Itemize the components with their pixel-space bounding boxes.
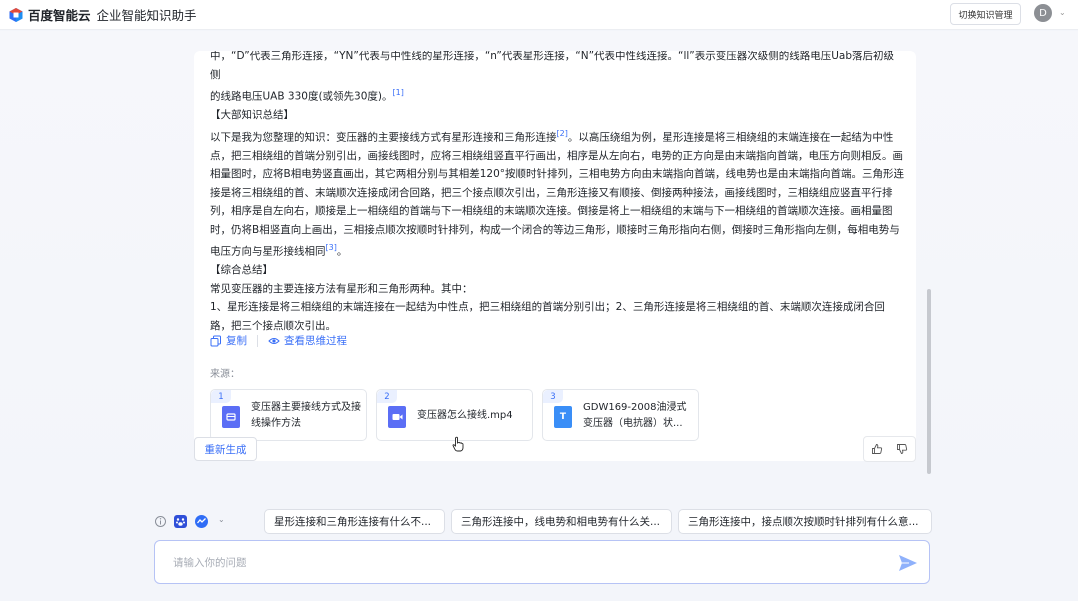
source-title: 变压器怎么接线.mp4 (417, 410, 513, 421)
source-card-2[interactable]: 2 变压器怎么接线.mp4 (376, 389, 533, 441)
eye-icon (268, 337, 280, 344)
regenerate-button[interactable]: 重新生成 (194, 437, 257, 461)
section-heading-external: 【大部知识总结】 (210, 109, 294, 121)
chat-area: 中，“D”代表三角形连接，“YN”代表与中性线的星形连接，“n”代表星形连接，“… (0, 31, 1078, 501)
answer-paragraph: 常见变压器的主要连接方法有星形和三角形两种。其中： (210, 282, 473, 295)
feedback-group (863, 436, 916, 462)
copy-button[interactable]: 复制 (210, 333, 247, 348)
citation-ref-1[interactable]: [1] (393, 88, 404, 97)
source-title: 变压器主要接线方式及接线操作方法 (251, 402, 361, 429)
copy-icon (210, 335, 221, 346)
copy-label: 复制 (226, 335, 247, 347)
paw-icon[interactable] (174, 515, 187, 528)
source-card-3[interactable]: 3 T GDW169-2008油浸式变压器（电抗器）状... (542, 389, 699, 441)
question-input-box (154, 540, 930, 584)
view-thinking-process-button[interactable]: 查看思维过程 (268, 333, 347, 348)
section-heading-summary: 【综合总结】 (210, 264, 273, 276)
source-card-1[interactable]: 1 变压器主要接线方式及接线操作方法 (210, 389, 367, 441)
thumbs-down-icon[interactable] (896, 443, 908, 455)
chevron-down-icon[interactable]: ⌄ (218, 515, 225, 524)
view-thinking-label: 查看思维过程 (284, 335, 347, 347)
question-input[interactable] (173, 553, 873, 573)
hand-cursor-icon (452, 436, 464, 452)
suggestion-chip-1[interactable]: 星形连接和三角形连接有什么不... (264, 509, 445, 534)
answer-text: 。 (336, 245, 348, 258)
logo-text: 百度智能云 (28, 8, 91, 23)
video-icon (388, 406, 406, 428)
avatar[interactable]: D (1034, 4, 1052, 22)
answer-body: 中，“D”代表三角形连接，“YN”代表与中性线的星形连接，“n”代表星形连接，“… (210, 51, 904, 335)
source-title: GDW169-2008油浸式变压器（电抗器）状... (583, 402, 687, 429)
top-bar: 百度智能云 企业智能知识助手 切换知识管理 D ⌄ (0, 0, 1078, 30)
baidu-cloud-logo-icon (9, 7, 23, 22)
answer-text: 以下是我为您整理的知识：变压器的主要接线方式有星形连接和三角形连接 (210, 131, 557, 143)
answer-paragraph: 1、星形连接是将三相绕组的末端连接在一起结为中性点，把三相绕组的首端分别引出；2… (210, 301, 885, 332)
answer-line: 的线路电压UAB 330度(或领先30度)。[1] (210, 84, 904, 106)
suggestion-row: ⌄ 星形连接和三角形连接有什么不... 三角形连接中，线电势和相电势有什么关..… (0, 508, 1078, 536)
source-number: 2 (377, 390, 397, 403)
answer-actions: 复制 查看思维过程 (210, 333, 347, 348)
text-file-icon: T (554, 406, 572, 428)
source-list: 1 变压器主要接线方式及接线操作方法 2 变压器怎么接线.mp4 3 T GDW… (210, 389, 699, 441)
answer-text: 。以高压绕组为例，星形连接是将三相绕组的末端连接在一起结为中性点，把三相绕组的首… (210, 131, 904, 258)
answer-card: 中，“D”代表三角形连接，“YN”代表与中性线的星形连接，“n”代表星形连接，“… (194, 51, 916, 461)
document-icon (222, 406, 240, 428)
model-select-icon[interactable] (195, 515, 208, 528)
chevron-down-icon[interactable]: ⌄ (1059, 8, 1066, 17)
answer-text: 的线路电压UAB 330度(或领先30度)。 (210, 90, 393, 103)
scrollbar[interactable] (927, 289, 931, 474)
answer-text: 中，“D”代表三角形连接，“YN”代表与中性线的星形连接，“n”代表星形连接，“… (210, 51, 895, 81)
source-label: 来源： (210, 369, 240, 380)
thumbs-up-icon[interactable] (871, 443, 883, 455)
divider (257, 334, 258, 347)
switch-knowledge-management-button[interactable]: 切换知识管理 (950, 3, 1021, 25)
suggestion-chip-2[interactable]: 三角形连接中，线电势和相电势有什么关... (451, 509, 672, 534)
answer-paragraph: 以下是我为您整理的知识：变压器的主要接线方式有星形连接和三角形连接[2]。以高压… (210, 125, 904, 262)
source-number: 3 (543, 390, 563, 403)
source-number: 1 (211, 390, 231, 403)
suggestion-chip-3[interactable]: 三角形连接中，接点顺次按顺时针排列有什么意... (678, 509, 932, 534)
citation-ref-3[interactable]: [3] (326, 243, 337, 252)
app-title: 企业智能知识助手 (96, 8, 197, 23)
answer-line: 中，“D”代表三角形连接，“YN”代表与中性线的星形连接，“n”代表星形连接，“… (210, 51, 904, 84)
send-icon[interactable] (897, 553, 919, 573)
info-circle-icon[interactable] (154, 515, 167, 528)
citation-ref-2[interactable]: [2] (557, 129, 568, 138)
